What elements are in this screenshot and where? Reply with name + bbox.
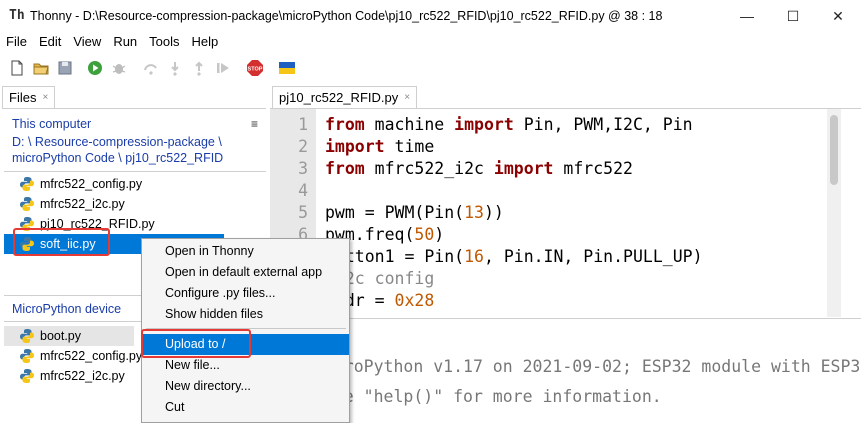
python-file-icon: [20, 177, 34, 191]
menu-item-cut[interactable]: Cut: [142, 397, 349, 418]
editor-scrollbar[interactable]: [827, 109, 841, 317]
resume-button[interactable]: [214, 59, 232, 77]
highlight-box-soft-iic: [13, 228, 110, 256]
line-number: 2: [298, 137, 308, 156]
save-button[interactable]: [56, 59, 74, 77]
step-over-icon: [144, 64, 157, 75]
file-name: mfrc522_i2c.py: [40, 369, 125, 383]
menu-item-new-directory[interactable]: New directory...: [142, 376, 349, 397]
code-line: import time: [325, 137, 435, 156]
step-over-button[interactable]: [142, 59, 160, 77]
menu-help[interactable]: Help: [186, 32, 225, 52]
step-out-button[interactable]: [190, 59, 208, 77]
file-name: mfrc522_i2c.py: [40, 197, 125, 211]
code-line: from machine import Pin, PWM,I2C, Pin: [325, 115, 693, 134]
menu-edit[interactable]: Edit: [33, 32, 67, 52]
title-bar: Th Thonny - D:\Resource-compression-pack…: [0, 0, 861, 32]
line-number: 3: [298, 159, 308, 178]
save-icon: [58, 61, 72, 75]
open-folder-icon: [33, 63, 49, 75]
close-icon[interactable]: ×: [404, 92, 410, 103]
step-into-button[interactable]: [166, 59, 184, 77]
python-file-icon: [20, 369, 34, 383]
menu-item-new-file[interactable]: New file...: [142, 355, 349, 376]
ukraine-flag-icon: [279, 62, 295, 74]
highlight-box-upload: [141, 329, 251, 358]
step-into-icon: [171, 62, 179, 76]
menu-view[interactable]: View: [67, 32, 107, 52]
resume-icon: [217, 63, 229, 73]
menu-item-open-in-thonny[interactable]: Open in Thonny: [142, 241, 349, 262]
minimize-icon: —: [740, 8, 754, 24]
code-editor[interactable]: 1 2 3 4 5 6 7 8 9 from machine import Pi…: [270, 108, 861, 317]
shell-output-line: Type "help()" for more information.: [314, 387, 662, 406]
micropython-device-title: MicroPython device: [12, 302, 122, 316]
tab-files[interactable]: Files ×: [2, 86, 56, 108]
step-out-icon: [195, 61, 203, 76]
menu-item-configure-py[interactable]: Configure .py files...: [142, 283, 349, 304]
maximize-icon: ☐: [786, 7, 800, 24]
this-computer-title: This computer: [12, 117, 92, 131]
file-name: boot.py: [40, 329, 82, 343]
scrollbar-thumb[interactable]: [830, 115, 838, 185]
run-button[interactable]: [86, 59, 104, 77]
shell-panel[interactable]: MicroPython v1.17 on 2021-09-02; ESP32 m…: [270, 318, 861, 423]
debug-button[interactable]: [110, 59, 128, 77]
files-tab-label: Files: [9, 90, 37, 105]
code-line: pwm = PWM(Pin(13)): [325, 203, 504, 222]
editor-panel: pj10_rc522_RFID.py × 1 2 3 4 5 6 7 8 9 f…: [270, 86, 861, 317]
support-ukraine-button[interactable]: [278, 59, 296, 77]
new-file-icon: [11, 60, 23, 76]
stop-button[interactable]: STOP: [246, 59, 264, 77]
new-file-button[interactable]: [8, 59, 26, 77]
path-breadcrumb-line2[interactable]: microPython Code \ pj10_rc522_RFID: [12, 151, 223, 165]
menu-item-show-hidden[interactable]: Show hidden files: [142, 304, 349, 325]
open-file-button[interactable]: [32, 59, 50, 77]
minimize-button[interactable]: —: [724, 0, 770, 32]
menu-tools[interactable]: Tools: [143, 32, 185, 52]
line-number: 4: [298, 181, 308, 200]
divider: [4, 171, 266, 172]
close-icon: ✕: [832, 7, 844, 24]
file-name: mfrc522_config.py: [40, 177, 143, 191]
python-file-icon: [20, 197, 34, 211]
shell-output-line: MicroPython v1.17 on 2021-09-02; ESP32 m…: [314, 357, 861, 376]
file-name: mfrc522_config.py: [40, 349, 143, 363]
window-title: Thonny - D:\Resource-compression-package…: [30, 9, 663, 23]
menu-file[interactable]: File: [0, 32, 33, 52]
svg-text:STOP: STOP: [248, 67, 263, 73]
thonny-app-icon: Th: [9, 8, 25, 23]
debug-bug-icon: [112, 64, 126, 74]
menu-icon[interactable]: ≡: [251, 117, 258, 131]
code-line: button1 = Pin(16, Pin.IN, Pin.PULL_UP): [325, 247, 703, 266]
code-line: from mfrc522_i2c import mfrc522: [325, 159, 633, 178]
close-icon[interactable]: ×: [42, 92, 48, 103]
python-file-icon: [20, 349, 34, 363]
device-file-boot[interactable]: boot.py: [4, 326, 134, 346]
editor-tab-label: pj10_rc522_RFID.py: [279, 90, 399, 105]
line-number: 1: [298, 115, 308, 134]
menu-bar: File Edit View Run Tools Help: [0, 32, 861, 52]
toolbar: STOP: [0, 54, 861, 82]
maximize-button[interactable]: ☐: [770, 0, 816, 32]
line-number: 5: [298, 203, 308, 222]
close-button[interactable]: ✕: [815, 0, 861, 32]
stop-icon: STOP: [247, 60, 263, 76]
file-item-mfrc522-config[interactable]: mfrc522_config.py: [4, 174, 264, 194]
run-icon: [88, 61, 102, 75]
file-item-mfrc522-i2c[interactable]: mfrc522_i2c.py: [4, 194, 264, 214]
path-breadcrumb-line1[interactable]: D: \ Resource-compression-package \: [12, 135, 222, 149]
tab-pj10-rc522-rfid[interactable]: pj10_rc522_RFID.py ×: [272, 86, 418, 108]
menu-item-open-external[interactable]: Open in default external app: [142, 262, 349, 283]
python-file-icon: [20, 329, 34, 343]
menu-run[interactable]: Run: [107, 32, 143, 52]
